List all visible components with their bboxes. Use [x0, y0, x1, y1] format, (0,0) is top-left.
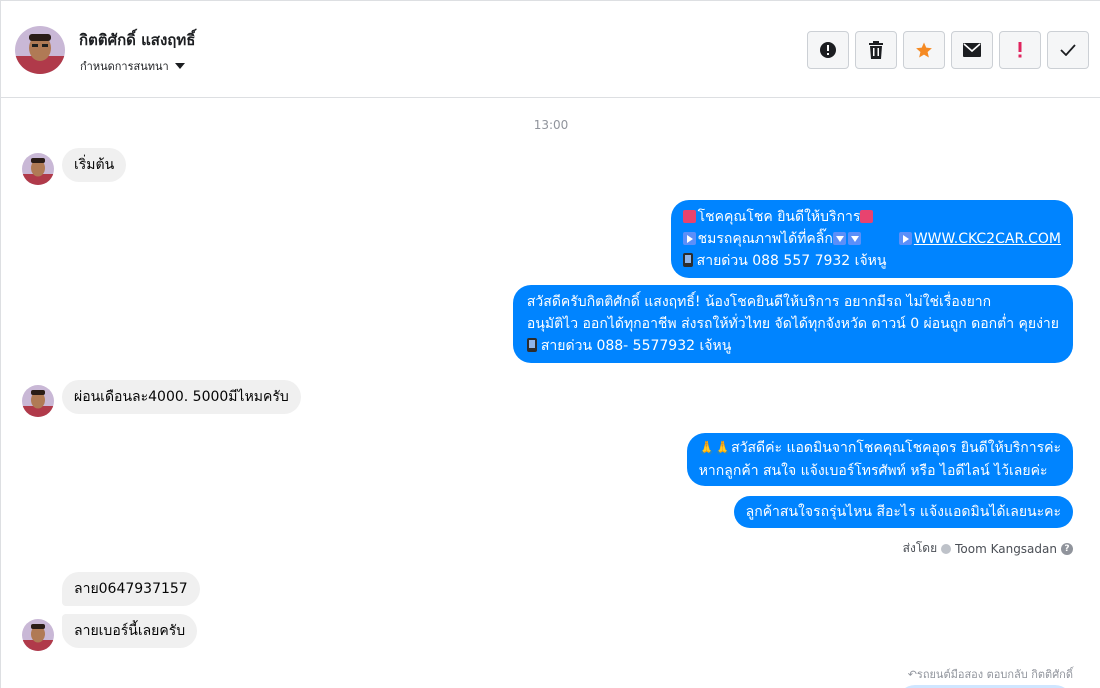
priority-button[interactable] [999, 31, 1041, 69]
reply-arrow-icon: ↶ [907, 668, 917, 681]
action-toolbar [807, 31, 1089, 69]
envelope-emoji-icon [682, 210, 696, 223]
mobile-phone-icon [526, 338, 537, 352]
contact-name: กิตติศักดิ์ แสงฤทธิ์ [79, 31, 196, 49]
sent-by-prefix: ส่งโดย [902, 541, 938, 555]
message-text: ชมรถคุณภาพได้ที่คลิ๊ก [697, 231, 833, 247]
caret-down-icon [174, 63, 185, 69]
conversation-window: กิตติศักดิ์ แสงฤทธิ์ กำหนดการสนทนา 13:00… [0, 0, 1100, 688]
message-timestamp: 13:00 [533, 118, 569, 132]
verified-icon [941, 543, 952, 554]
outgoing-message[interactable]: ลูกค้าสนใจรถรุ่นไหน สีอะไร แจ้งแอดมินได้… [733, 496, 1073, 528]
website-link[interactable]: WWW.CKC2CAR.COM [914, 231, 1061, 247]
play-button-icon [898, 232, 912, 245]
check-icon [1060, 44, 1076, 56]
message-text: สายด่วน 088 557 7932 เจ้หนู [696, 253, 887, 269]
contact-avatar-small[interactable] [22, 385, 54, 417]
sender-name[interactable]: Toom Kangsadan [955, 542, 1057, 556]
reply-note: ↶รถยนต์มือสอง ตอบกลับ กิตติศักดิ์ [908, 665, 1073, 683]
mobile-phone-icon [682, 253, 693, 267]
envelope-emoji-icon [860, 210, 874, 223]
conversation-header: กิตติศักดิ์ แสงฤทธิ์ กำหนดการสนทนา [1, 1, 1100, 98]
outgoing-message[interactable]: โชคคุณโชค ยินดีให้บริการ ชมรถคุณภาพได้ที… [670, 200, 1073, 278]
play-button-icon [682, 232, 696, 245]
incoming-message[interactable]: ลายเบอร์นี้เลยครับ [62, 614, 198, 648]
message-text: โชคคุณโชค ยินดีให้บริการ [697, 209, 861, 225]
message-text: อนุมัติไว ออกได้ทุกอาชีพ ส่งรถให้ทั่วไทย… [526, 316, 1059, 332]
incoming-message[interactable]: ผ่อนเดือนละ4000. 5000มีไหมครับ [62, 380, 301, 414]
sent-by-label: ส่งโดย Toom Kangsadan ? [903, 539, 1073, 558]
spam-button[interactable] [807, 31, 849, 69]
mark-unread-button[interactable] [951, 31, 993, 69]
contact-avatar[interactable] [15, 26, 65, 74]
message-line: สายด่วน 088 557 7932 เจ้หนู [682, 250, 1061, 272]
trash-icon [869, 41, 883, 59]
outgoing-message[interactable]: สวัสดีครับกิตติศักดิ์ แสงฤทธิ์! น้องโชคย… [512, 285, 1073, 363]
message-text: สวัสดีครับกิตติศักดิ์ แสงฤทธิ์! น้องโชคย… [526, 294, 992, 310]
delete-button[interactable] [855, 31, 897, 69]
down-arrow-icon [832, 232, 846, 245]
message-thread: 13:00 เริ่มต้น โชคคุณโชค ยินดีให้บริการ … [1, 99, 1100, 688]
message-line: 🙏🙏สวัสดีค่ะ แอดมินจากโชคคุณโชคอุดร ยินดี… [699, 437, 1061, 460]
message-text: หากลูกค้า สนใจ แจ้งเบอร์โทรศัพท์ หรือ ไอ… [698, 463, 1048, 479]
done-button[interactable] [1047, 31, 1089, 69]
contact-avatar-small[interactable] [22, 619, 54, 651]
help-icon[interactable]: ? [1061, 542, 1073, 555]
message-line: ชมรถคุณภาพได้ที่คลิ๊ก WWW.CKC2CAR.COM [682, 228, 1061, 250]
star-icon [916, 42, 932, 58]
message-line: สายด่วน 088- 5577932 เจ้หนู [526, 335, 1059, 357]
alert-circle-icon [820, 42, 836, 58]
contact-avatar-small[interactable] [22, 153, 54, 185]
outgoing-message[interactable]: 🙏🙏สวัสดีค่ะ แอดมินจากโชคคุณโชคอุดร ยินดี… [686, 433, 1073, 486]
incoming-message[interactable]: ลาย0647937157 [62, 572, 200, 606]
reply-note-text: รถยนต์มือสอง ตอบกลับ กิตติศักดิ์ [916, 668, 1073, 681]
star-button[interactable] [903, 31, 945, 69]
conversation-options-label: กำหนดการสนทนา [80, 60, 169, 73]
envelope-icon [963, 43, 981, 57]
message-line: โชคคุณโชค ยินดีให้บริการ [682, 206, 1061, 228]
message-text: สวัสดีค่ะ แอดมินจากโชคคุณโชคอุดร ยินดีให… [731, 440, 1061, 456]
incoming-message[interactable]: เริ่มต้น [62, 148, 127, 182]
down-arrow-icon [847, 232, 861, 245]
conversation-options-dropdown[interactable]: กำหนดการสนทนา [80, 57, 185, 75]
praying-hands-icon: 🙏🙏 [698, 441, 732, 456]
exclamation-icon [1018, 42, 1022, 58]
message-text: สายด่วน 088- 5577932 เจ้หนู [540, 338, 732, 354]
